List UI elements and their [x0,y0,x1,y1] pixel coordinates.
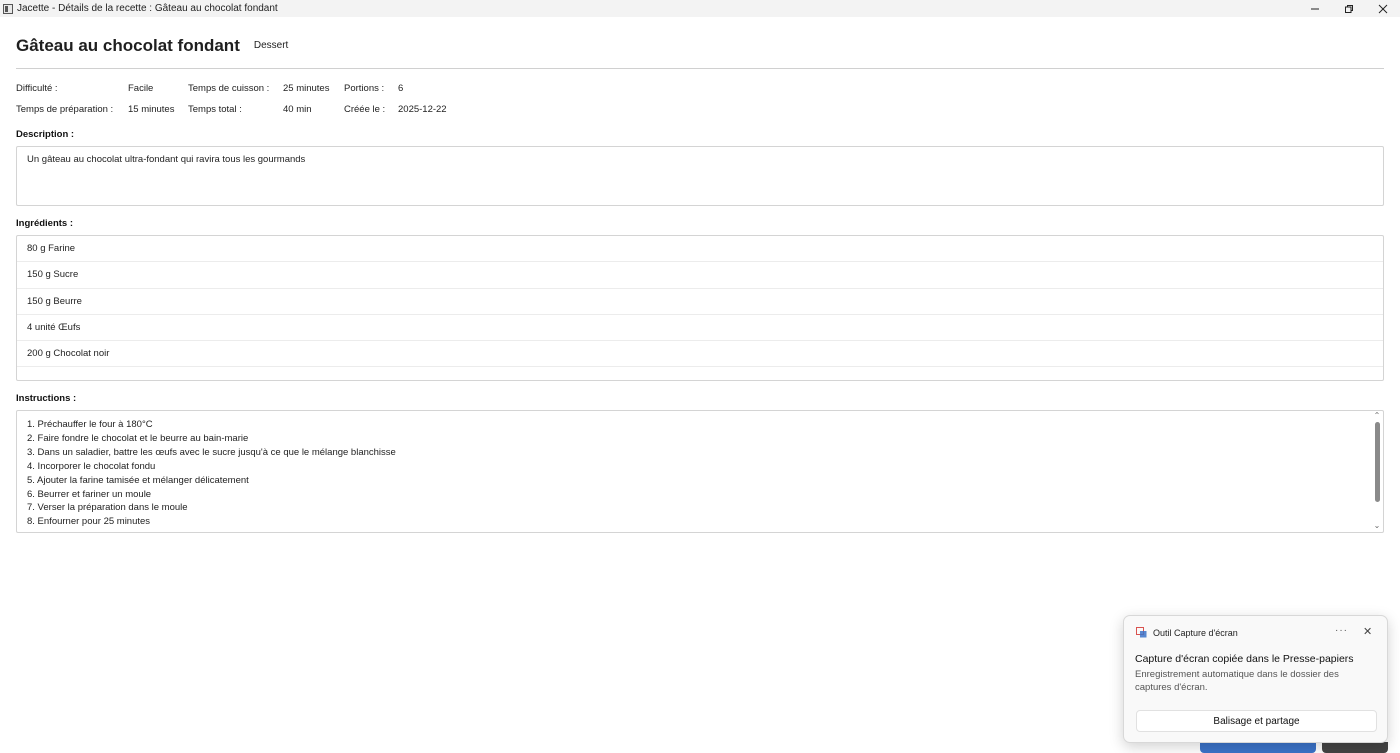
snipping-tool-icon [1136,627,1147,638]
ingredient-item[interactable]: 200 g Chocolat noir [17,341,1383,368]
notification-app-name: Outil Capture d'écran [1153,627,1238,638]
window-titlebar: Jacette - Détails de la recette : Gâteau… [0,0,1400,17]
instruction-line: 7. Verser la préparation dans le moule [27,502,188,514]
restore-button[interactable] [1332,0,1366,17]
notification-header: Outil Capture d'écran [1136,627,1238,638]
portions-value: 6 [398,83,404,94]
instruction-line: 6. Beurrer et fariner un moule [27,488,152,500]
instructions-label: Instructions : [16,393,77,404]
notification-title: Capture d'écran copiée dans le Presse-pa… [1135,653,1354,665]
recipe-header: Gâteau au chocolat fondant Dessert [16,17,1384,69]
cook-time-label: Temps de cuisson : [188,83,270,94]
close-button[interactable] [1366,0,1400,17]
instructions-text: 1. Préchauffer le four à 180°C 2. Faire … [17,411,1383,532]
total-time-value: 40 min [283,104,312,115]
difficulty-value: Facile [128,83,154,94]
description-label: Description : [16,129,75,140]
minimize-button[interactable] [1298,0,1332,17]
description-text: Un gâteau au chocolat ultra-fondant qui … [27,154,306,165]
app-icon [3,3,13,14]
ingredient-item[interactable]: 80 g Farine [17,236,1383,263]
scrollbar-thumb[interactable] [1375,422,1380,502]
hidden-primary-button[interactable] [1200,742,1316,753]
prep-time-label: Temps de préparation : [16,104,114,115]
notification-body: Enregistrement automatique dans le dossi… [1135,669,1339,693]
ingredients-label: Ingrédients : [16,218,74,229]
created-label: Créée le : [344,104,386,115]
scroll-down-icon[interactable]: ⌄ [1373,522,1381,530]
instructions-scrollbar[interactable]: ⌃ ⌄ [1371,411,1383,532]
instruction-line: 8. Enfourner pour 25 minutes [27,516,151,528]
created-value: 2025-12-22 [398,104,447,115]
minimize-icon [1311,8,1319,9]
window-title: Jacette - Détails de la recette : Gâteau… [17,3,278,14]
instruction-line: 2. Faire fondre le chocolat et le beurre… [27,432,249,444]
more-options-icon[interactable]: ··· [1335,625,1348,636]
restore-icon [1345,4,1353,13]
instruction-line: 1. Préchauffer le four à 180°C [27,419,153,430]
notification-close-icon[interactable]: ✕ [1363,625,1372,638]
ingredient-item[interactable]: 150 g Sucre [17,262,1383,289]
instruction-line: 3. Dans un saladier, battre les œufs ave… [27,446,396,458]
instructions-box[interactable]: 1. Préchauffer le four à 180°C 2. Faire … [16,410,1384,533]
total-time-label: Temps total : [188,104,242,115]
close-icon [1378,4,1388,13]
description-box[interactable]: Un gâteau au chocolat ultra-fondant qui … [16,146,1384,206]
screenshot-notification[interactable]: Outil Capture d'écran ··· ✕ Capture d'éc… [1123,615,1388,743]
recipe-category: Dessert [253,39,289,51]
window-controls [1298,0,1400,17]
instruction-line: 4. Incorporer le chocolat fondu [27,460,156,472]
ingredient-item[interactable]: 4 unité Œufs [17,315,1383,342]
recipe-title: Gâteau au chocolat fondant [16,35,240,55]
markup-share-button[interactable]: Balisage et partage [1136,710,1377,732]
scroll-up-icon[interactable]: ⌃ [1373,412,1381,420]
hidden-secondary-button[interactable] [1322,742,1388,753]
recipe-details: Gâteau au chocolat fondant Dessert Diffi… [16,17,1384,533]
instruction-line: 5. Ajouter la farine tamisée et mélanger… [27,474,249,486]
ingredients-list[interactable]: 80 g Farine 150 g Sucre 150 g Beurre 4 u… [16,235,1384,381]
ingredient-item[interactable]: 150 g Beurre [17,289,1383,315]
prep-time-value: 15 minutes [128,104,175,115]
cook-time-value: 25 minutes [283,83,330,94]
difficulty-label: Difficulté : [16,83,58,94]
recipe-meta: Difficulté : Facile Temps de cuisson : 2… [16,69,1384,119]
portions-label: Portions : [344,83,385,94]
